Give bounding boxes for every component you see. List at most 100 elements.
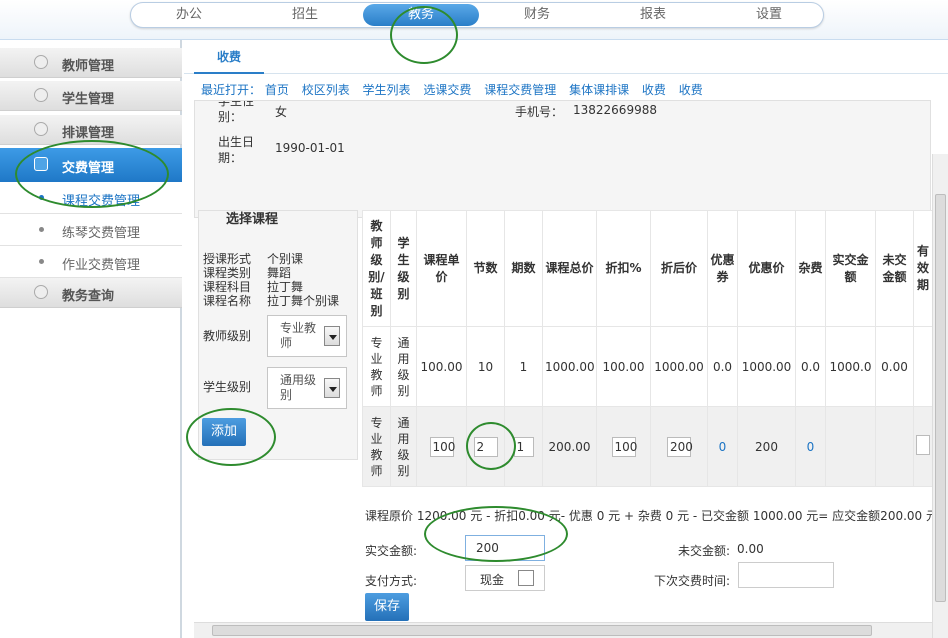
course-name-value: 拉丁舞个别课 [267,294,340,308]
annotation-circle [186,408,276,466]
recent-label: 最近打开： [201,83,262,97]
tab-settings[interactable]: 设置 [711,3,827,27]
chevron-down-icon[interactable] [518,570,534,586]
scroll-thumb[interactable] [935,194,946,602]
cell-coupon: 0.0 [707,326,738,407]
student-level-select[interactable]: 通用级别 [267,367,347,409]
recent-link-course-select-pay[interactable]: 选课交费 [423,83,471,97]
cell-coupon: 0 [707,406,738,487]
header-coupon: 优惠券 [707,210,738,327]
header-discount: 折扣% [596,210,651,327]
recent-link-group-schedule[interactable]: 集体课排课 [569,83,629,97]
unpaid-amount-value: 0.00 [737,542,764,556]
sidebar-item-homework-payment[interactable]: 作业交费管理 [0,246,182,278]
cell-paid-amount [825,406,876,487]
header-misc-fee: 杂费 [795,210,826,327]
teacher-level-label: 教师级别 [203,329,252,343]
scroll-thumb[interactable] [212,625,872,636]
header-coupon-price: 优惠价 [737,210,796,327]
cell-teacher-level: 专业教师 [362,406,391,487]
student-level-value: 通用级别 [280,373,317,402]
payment-method-select[interactable]: 现金 [465,565,545,591]
teacher-level-select[interactable]: 专业教师 [267,315,347,357]
annotation-circle [390,6,458,64]
cell-valid-period [913,406,933,487]
next-payment-label: 下次交费时间: [654,574,731,588]
header-valid-period: 有效期 [913,210,933,327]
tab-reports[interactable]: 报表 [595,3,711,27]
tab-fee[interactable]: 收费 [194,46,264,74]
sidebar-menu-label: 学生管理 [62,92,115,107]
tab-office[interactable]: 办公 [131,3,247,27]
header-periods: 期数 [504,210,543,327]
cell-paid-amount: 1000.0 [825,326,876,407]
sidebar-item-practice-payment[interactable]: 练琴交费管理 [0,214,182,246]
cell-unpaid-amount: 0.00 [875,326,914,407]
sidebar-menu-students[interactable]: 学生管理 [0,81,182,111]
recent-link-fee-2[interactable]: 收费 [679,83,703,97]
coupon-link[interactable]: 0 [719,440,727,454]
cell-unpaid-amount [875,406,914,487]
cell-after-discount: 200 [650,406,708,487]
valid-period-input[interactable] [916,434,930,455]
header-total-price: 课程总价 [542,210,597,327]
sidebar-menu-label: 教师管理 [62,59,115,74]
cell-unit-price: 100 [416,406,467,487]
cell-lessons: 10 [466,326,505,407]
birth-value: 1990-01-01 [275,141,345,155]
header-student-level: 学生级别 [390,210,417,327]
periods-input[interactable]: 1 [513,436,534,457]
bullet-icon [39,259,44,264]
student-info-panel: 学生性别： 女 手机号： 13822669988 出生日期： 1990-01-0… [194,100,931,218]
sidebar-menu-query[interactable]: 教务查询 [0,278,182,308]
cell-coupon-price: 1000.00 [737,326,796,407]
cell-periods: 1 [504,326,543,407]
bullet-icon [39,227,44,232]
tab-finance[interactable]: 财务 [479,3,595,27]
payment-method-label: 支付方式: [365,574,418,588]
student-level-label: 学生级别 [203,380,252,394]
cell-student-level: 通用级别 [390,406,417,487]
header-teacher-level: 教师级别/班别 [362,210,391,327]
recent-link-campus-list[interactable]: 校区列表 [302,83,350,97]
top-bar: 办公 招生 教务 财务 报表 设置 [0,0,948,40]
cell-discount: 100 [596,406,651,487]
unit-price-input[interactable]: 100 [429,436,455,457]
sidebar-menu-label: 教务查询 [62,289,115,304]
cell-total-price: 1000.00 [542,326,597,407]
annotation-circle [15,140,169,208]
main-content: 收费 最近打开： 首页 校区列表 学生列表 选课交费 课程交费管理 集体课排课 … [184,40,948,638]
chevron-down-icon[interactable] [324,326,340,346]
cell-after-discount: 1000.00 [650,326,708,407]
misc-fee-link[interactable]: 0 [807,440,815,454]
table-row: 专业教师 通用级别 100.00 10 1 1000.00 100.00 100… [362,326,933,407]
tab-enrollment[interactable]: 招生 [247,3,363,27]
cell-unit-price: 100.00 [416,326,467,407]
recent-link-fee-1[interactable]: 收费 [642,83,666,97]
discount-input[interactable]: 100 [611,436,637,457]
search-doc-icon [34,285,48,299]
next-payment-input[interactable] [738,562,834,588]
cell-coupon-price: 200 [737,406,796,487]
horizontal-scrollbar[interactable] [194,622,932,638]
gender-value: 女 [275,105,288,119]
save-button[interactable]: 保存 [365,593,409,621]
cell-valid-period [913,326,933,407]
chevron-down-icon[interactable] [324,378,340,398]
sidebar-menu-teachers[interactable]: 教师管理 [0,48,182,78]
phone-value: 13822669988 [573,103,657,117]
after-discount-input[interactable]: 200 [667,436,693,457]
course-fee-table: 教师级别/班别 学生级别 课程单价 节数 期数 课程总价 折扣% 折后价 优惠券… [362,210,933,487]
sidebar-item-label: 练琴交费管理 [62,226,141,241]
vertical-scrollbar[interactable] [932,154,948,638]
recent-links-bar: 最近打开： 首页 校区列表 学生列表 选课交费 课程交费管理 集体课排课 收费 … [201,81,712,98]
teacher-level-value: 专业教师 [280,321,317,350]
unpaid-amount-label: 未交金额: [678,544,731,558]
header-lessons: 节数 [466,210,505,327]
header-after-discount: 折后价 [650,210,708,327]
recent-link-course-payment-mgmt[interactable]: 课程交费管理 [484,83,556,97]
recent-link-home[interactable]: 首页 [265,83,289,97]
course-name-label: 课程名称 [203,294,252,308]
recent-link-student-list[interactable]: 学生列表 [363,83,411,97]
table-row-editable: 专业教师 通用级别 100 2 1 200.00 100 200 0 200 0 [362,406,933,487]
